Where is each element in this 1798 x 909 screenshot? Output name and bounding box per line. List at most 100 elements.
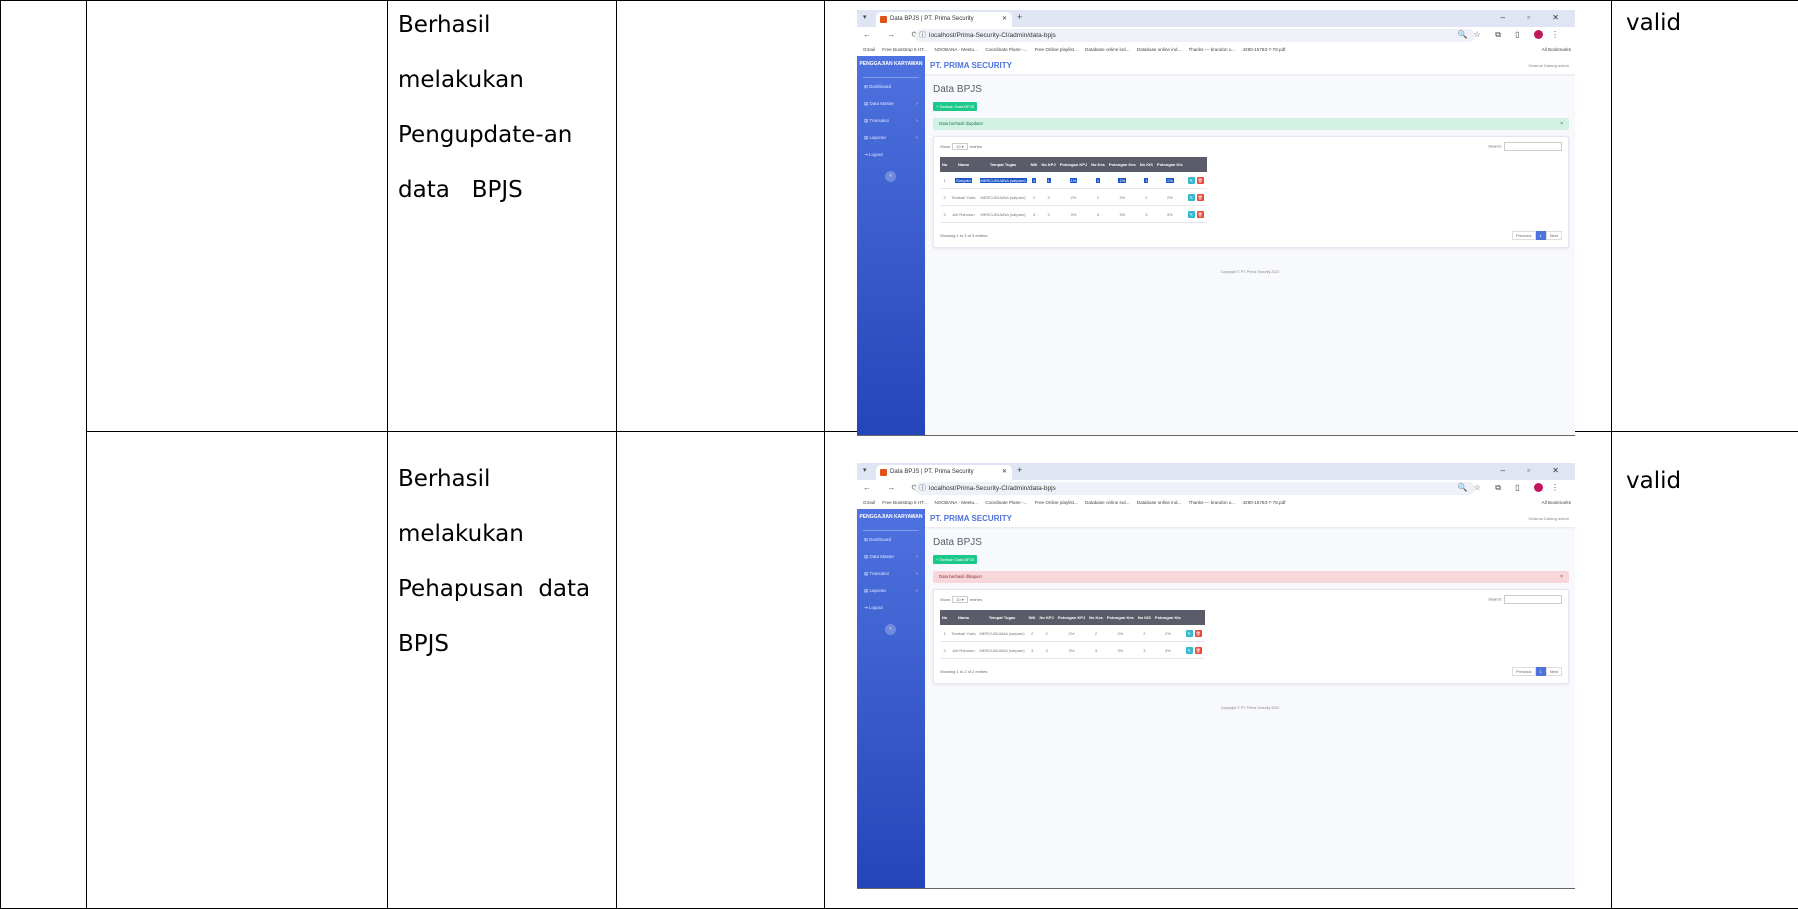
url-input[interactable]: ⓘ localhost/Prima-Security-CI/admin/data… (915, 482, 1475, 495)
sidebar-item-dashboard[interactable]: ⊞ Dashboard (864, 537, 891, 543)
user-greeting[interactable]: Selamat Datang admin (1528, 63, 1569, 68)
column-header[interactable]: No (940, 610, 950, 625)
edit-icon[interactable]: ✎ (1185, 629, 1193, 637)
delete-icon[interactable]: 🗑 (1194, 629, 1202, 637)
sidebar-item-transaksi[interactable]: ▤ Transaksi › (864, 571, 918, 577)
entries-select[interactable]: 10 ▾ (952, 596, 968, 603)
bookmark-item[interactable]: Database online ind... (1085, 44, 1129, 56)
column-header[interactable]: No (940, 157, 950, 172)
table-cell: Arif Rahman (949, 641, 978, 659)
sidebar-item-transaksi[interactable]: ▤ Transaksi › (864, 118, 918, 124)
profile-avatar[interactable] (1533, 483, 1543, 493)
bookmark-item[interactable]: NOOBANA - Meetu... (935, 44, 978, 56)
column-header[interactable]: NIK (1026, 610, 1038, 625)
edit-icon[interactable]: ✎ (1187, 193, 1195, 201)
sidebar-brand[interactable]: PENGGAJIAN KARYAWAN (857, 61, 925, 67)
column-header[interactable]: Potongan Kes (1106, 157, 1138, 172)
column-header[interactable]: No Kes (1089, 157, 1107, 172)
profile-avatar[interactable] (1533, 30, 1543, 40)
column-header[interactable]: Nama (949, 610, 978, 625)
search-input[interactable] (1504, 595, 1562, 604)
bookmark-item[interactable]: Coordinate Plane -... (985, 44, 1027, 56)
bookmark-item[interactable]: Thanks — brandon u... (1188, 44, 1235, 56)
bookmark-item[interactable]: Free Bootstrap 5 HT... (882, 497, 927, 509)
sidebar-toggle-button[interactable]: ‹ (885, 171, 896, 182)
sidebar-item-logout[interactable]: ⇥ Logout (864, 605, 883, 611)
column-header[interactable]: Potongan Kis (1154, 157, 1185, 172)
tab-search-icon[interactable]: ▾ (863, 466, 867, 474)
edit-icon[interactable]: ✎ (1187, 210, 1195, 218)
new-tab-icon[interactable]: + (1017, 465, 1022, 475)
column-header[interactable]: Potongan KPJ (1057, 157, 1090, 172)
edit-icon[interactable]: ✎ (1187, 176, 1195, 184)
close-alert-icon[interactable]: × (1560, 571, 1563, 583)
bookmark-item[interactable]: Free Bootstrap 5 HT... (882, 44, 927, 56)
column-header[interactable]: Potongan KPJ (1055, 610, 1088, 625)
column-header[interactable]: No KPJ (1039, 157, 1058, 172)
bookmark-item[interactable]: NOOBANA - Meetu... (935, 497, 978, 509)
entries-select[interactable]: 10 ▾ (952, 143, 968, 150)
column-header[interactable]: Potongan Kes (1104, 610, 1136, 625)
sidebar-item-data-master[interactable]: ▤ Data Master › (864, 101, 918, 107)
previous-button[interactable]: Previous (1511, 231, 1536, 240)
browser-tab[interactable]: Data BPJS | PT. Prima Security ✕ (876, 465, 1012, 480)
next-button[interactable]: Next (1545, 667, 1562, 676)
bookmark-item[interactable]: Thanks — brandon u... (1188, 497, 1235, 509)
bookmark-item[interactable]: 4290-15783-7-78.pdf (1243, 497, 1286, 509)
sidebar-item-logout[interactable]: ⇥ Logout (864, 152, 883, 158)
delete-icon[interactable]: 🗑 (1196, 176, 1204, 184)
page-button[interactable]: 1 (1535, 667, 1546, 676)
bookmark-item[interactable]: Gmail (863, 44, 875, 56)
close-tab-icon[interactable]: ✕ (1002, 465, 1007, 480)
browser-toolbar[interactable]: 🔍☆ ⧉ ▯ ⋮ (1458, 483, 1565, 493)
column-header[interactable]: Tempat Tugas (977, 610, 1027, 625)
page-button[interactable]: 1 (1535, 231, 1546, 240)
edit-icon[interactable]: ✎ (1185, 646, 1193, 654)
column-header[interactable]: No KPJ (1037, 610, 1056, 625)
all-bookmarks[interactable]: All Bookmarks (1542, 44, 1571, 56)
sidebar-item-data-master[interactable]: ▤ Data Master › (864, 554, 918, 560)
column-header[interactable]: Tempat Tugas (977, 157, 1029, 172)
column-header[interactable] (1184, 157, 1207, 172)
window-controls[interactable]: – ▫ ✕ (1501, 466, 1569, 475)
bookmark-item[interactable]: Database online ind... (1085, 497, 1129, 509)
new-tab-icon[interactable]: + (1017, 12, 1022, 22)
bookmark-item[interactable]: Coordinate Plane -... (985, 497, 1027, 509)
column-header[interactable] (1182, 610, 1205, 625)
column-header[interactable]: No KIS (1137, 157, 1155, 172)
add-bpjs-button[interactable]: + Tambah Data BPJS (933, 102, 978, 111)
close-tab-icon[interactable]: ✕ (1002, 12, 1007, 27)
window-controls[interactable]: – ▫ ✕ (1501, 13, 1569, 22)
next-button[interactable]: Next (1545, 231, 1562, 240)
add-bpjs-button[interactable]: + Tambah Data BPJS (933, 555, 978, 564)
alert-text: Data berhasil dihapus! (939, 574, 982, 579)
delete-icon[interactable]: 🗑 (1196, 193, 1204, 201)
url-input[interactable]: ⓘ localhost/Prima-Security-CI/admin/data… (915, 29, 1475, 42)
column-header[interactable]: No KIS (1135, 610, 1153, 625)
sidebar-item-dashboard[interactable]: ⊞ Dashboard (864, 84, 891, 90)
previous-button[interactable]: Previous (1511, 667, 1536, 676)
search-input[interactable] (1504, 142, 1562, 151)
user-greeting[interactable]: Selamat Datang admin (1528, 516, 1569, 521)
column-header[interactable]: Nama (949, 157, 978, 172)
bookmark-item[interactable]: Free Online playlist... (1035, 44, 1078, 56)
sidebar-toggle-button[interactable]: ‹ (885, 624, 896, 635)
delete-icon[interactable]: 🗑 (1194, 646, 1202, 654)
tab-search-icon[interactable]: ▾ (863, 13, 867, 21)
browser-toolbar[interactable]: 🔍☆ ⧉ ▯ ⋮ (1458, 30, 1565, 40)
sidebar-item-laporan[interactable]: ▤ Laporan › (864, 588, 918, 594)
all-bookmarks[interactable]: All Bookmarks (1542, 497, 1571, 509)
column-header[interactable]: NIK (1028, 157, 1040, 172)
browser-tab[interactable]: Data BPJS | PT. Prima Security ✕ (876, 12, 1012, 27)
delete-icon[interactable]: 🗑 (1196, 210, 1204, 218)
sidebar-brand[interactable]: PENGGAJIAN KARYAWAN (857, 514, 925, 520)
close-alert-icon[interactable]: × (1560, 118, 1563, 130)
column-header[interactable]: No Kes (1087, 610, 1105, 625)
bookmark-item[interactable]: Database online ind... (1137, 497, 1181, 509)
column-header[interactable]: Potongan Kis (1152, 610, 1183, 625)
bookmark-item[interactable]: Database online ind... (1137, 44, 1181, 56)
bookmark-item[interactable]: Free Online playlist... (1035, 497, 1078, 509)
bookmark-item[interactable]: 4290-15783-7-78.pdf (1243, 44, 1286, 56)
sidebar-item-laporan[interactable]: ▤ Laporan › (864, 135, 918, 141)
bookmark-item[interactable]: Gmail (863, 497, 875, 509)
